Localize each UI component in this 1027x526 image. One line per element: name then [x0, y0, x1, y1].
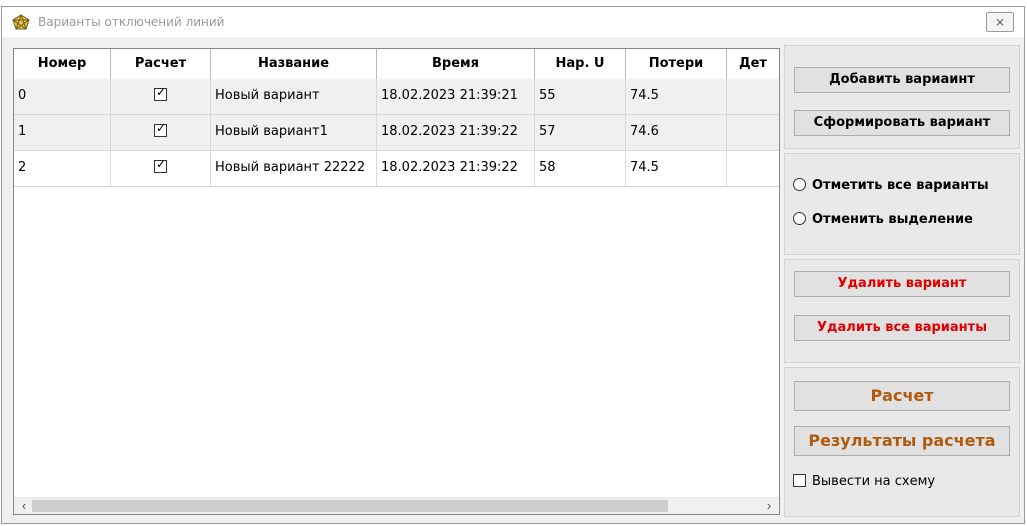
- column-header-loss[interactable]: Потери: [626, 49, 727, 79]
- form-variant-button[interactable]: Сформировать вариант: [794, 110, 1010, 136]
- cell-loss: 74.5: [626, 79, 727, 115]
- cell-time: 18.02.2023 21:39:22: [377, 151, 535, 187]
- cell-details: [727, 115, 779, 151]
- cell-loss: 74.6: [626, 115, 727, 151]
- cell-name: Новый вариант1: [211, 115, 377, 151]
- network-icon: [12, 14, 30, 30]
- grid-header: Номер Расчет Название Время Нар. U Потер…: [14, 49, 779, 79]
- column-header-number[interactable]: Номер: [14, 49, 111, 79]
- unselect-label: Отменить выделение: [812, 212, 973, 227]
- mark-all-radio[interactable]: Отметить все варианты: [793, 177, 989, 193]
- check-icon: ✓: [155, 156, 167, 171]
- cell-u: 57: [535, 115, 626, 151]
- radio-icon: [793, 177, 806, 191]
- variants-window: Варианты отключений линий ⨯ Номер Расчет…: [1, 6, 1025, 524]
- column-header-details[interactable]: Дет: [727, 49, 779, 79]
- scroll-left-icon[interactable]: ‹: [16, 499, 32, 514]
- cell-calc: ✓: [111, 79, 211, 115]
- delete-all-button[interactable]: Удалить все варианты: [794, 315, 1010, 341]
- calc-panel: Расчет Результаты расчета Вывести на схе…: [784, 367, 1020, 517]
- cell-time: 18.02.2023 21:39:21: [377, 79, 535, 115]
- results-button[interactable]: Результаты расчета: [794, 426, 1010, 456]
- cell-name: Новый вариант: [211, 79, 377, 115]
- show-on-scheme-label: Вывести на схему: [812, 474, 936, 489]
- close-button[interactable]: ⨯: [986, 12, 1014, 32]
- table-row[interactable]: 2 ✓ Новый вариант 22222 18.02.2023 21:39…: [14, 151, 779, 187]
- calc-button[interactable]: Расчет: [794, 381, 1010, 411]
- scrollbar-thumb[interactable]: [32, 500, 668, 512]
- delete-variant-button[interactable]: Удалить вариант: [794, 271, 1010, 297]
- add-panel: Добавить вариаинт Сформировать вариант: [784, 45, 1020, 149]
- cell-name: Новый вариант 22222: [211, 151, 377, 187]
- check-icon: ✓: [155, 84, 167, 99]
- column-header-name[interactable]: Название: [211, 49, 377, 79]
- table-row[interactable]: 0 ✓ Новый вариант 18.02.2023 21:39:21 55…: [14, 79, 779, 115]
- checkbox-icon: [793, 473, 806, 487]
- calc-checkbox[interactable]: ✓: [154, 157, 167, 173]
- close-icon: ⨯: [994, 15, 1006, 29]
- selection-panel: Отметить все варианты Отменить выделение: [784, 153, 1020, 255]
- column-header-calc[interactable]: Расчет: [111, 49, 211, 79]
- cell-calc: ✓: [111, 151, 211, 187]
- cell-u: 58: [535, 151, 626, 187]
- horizontal-scrollbar[interactable]: ‹ ›: [14, 497, 779, 514]
- show-on-scheme-checkbox[interactable]: Вывести на схему: [793, 473, 936, 489]
- cell-loss: 74.5: [626, 151, 727, 187]
- cell-time: 18.02.2023 21:39:22: [377, 115, 535, 151]
- cell-details: [727, 79, 779, 115]
- add-variant-button[interactable]: Добавить вариаинт: [794, 67, 1010, 93]
- calc-checkbox[interactable]: ✓: [154, 121, 167, 137]
- unselect-radio[interactable]: Отменить выделение: [793, 211, 973, 227]
- column-header-time[interactable]: Время: [377, 49, 535, 79]
- table-row[interactable]: 1 ✓ Новый вариант1 18.02.2023 21:39:22 5…: [14, 115, 779, 151]
- cell-u: 55: [535, 79, 626, 115]
- column-header-u[interactable]: Нар. U: [535, 49, 626, 79]
- mark-all-label: Отметить все варианты: [812, 178, 989, 193]
- cell-number: 1: [14, 115, 111, 151]
- calc-checkbox[interactable]: ✓: [154, 85, 167, 101]
- cell-calc: ✓: [111, 115, 211, 151]
- radio-icon: [793, 211, 806, 225]
- check-icon: ✓: [155, 120, 167, 135]
- scroll-right-icon[interactable]: ›: [761, 499, 777, 514]
- delete-panel: Удалить вариант Удалить все варианты: [784, 259, 1020, 363]
- window-title: Варианты отключений линий: [38, 15, 225, 29]
- cell-number: 0: [14, 79, 111, 115]
- cell-details: [727, 151, 779, 187]
- title-bar: Варианты отключений линий ⨯: [2, 7, 1024, 37]
- cell-number: 2: [14, 151, 111, 187]
- variants-grid[interactable]: Номер Расчет Название Время Нар. U Потер…: [13, 48, 780, 515]
